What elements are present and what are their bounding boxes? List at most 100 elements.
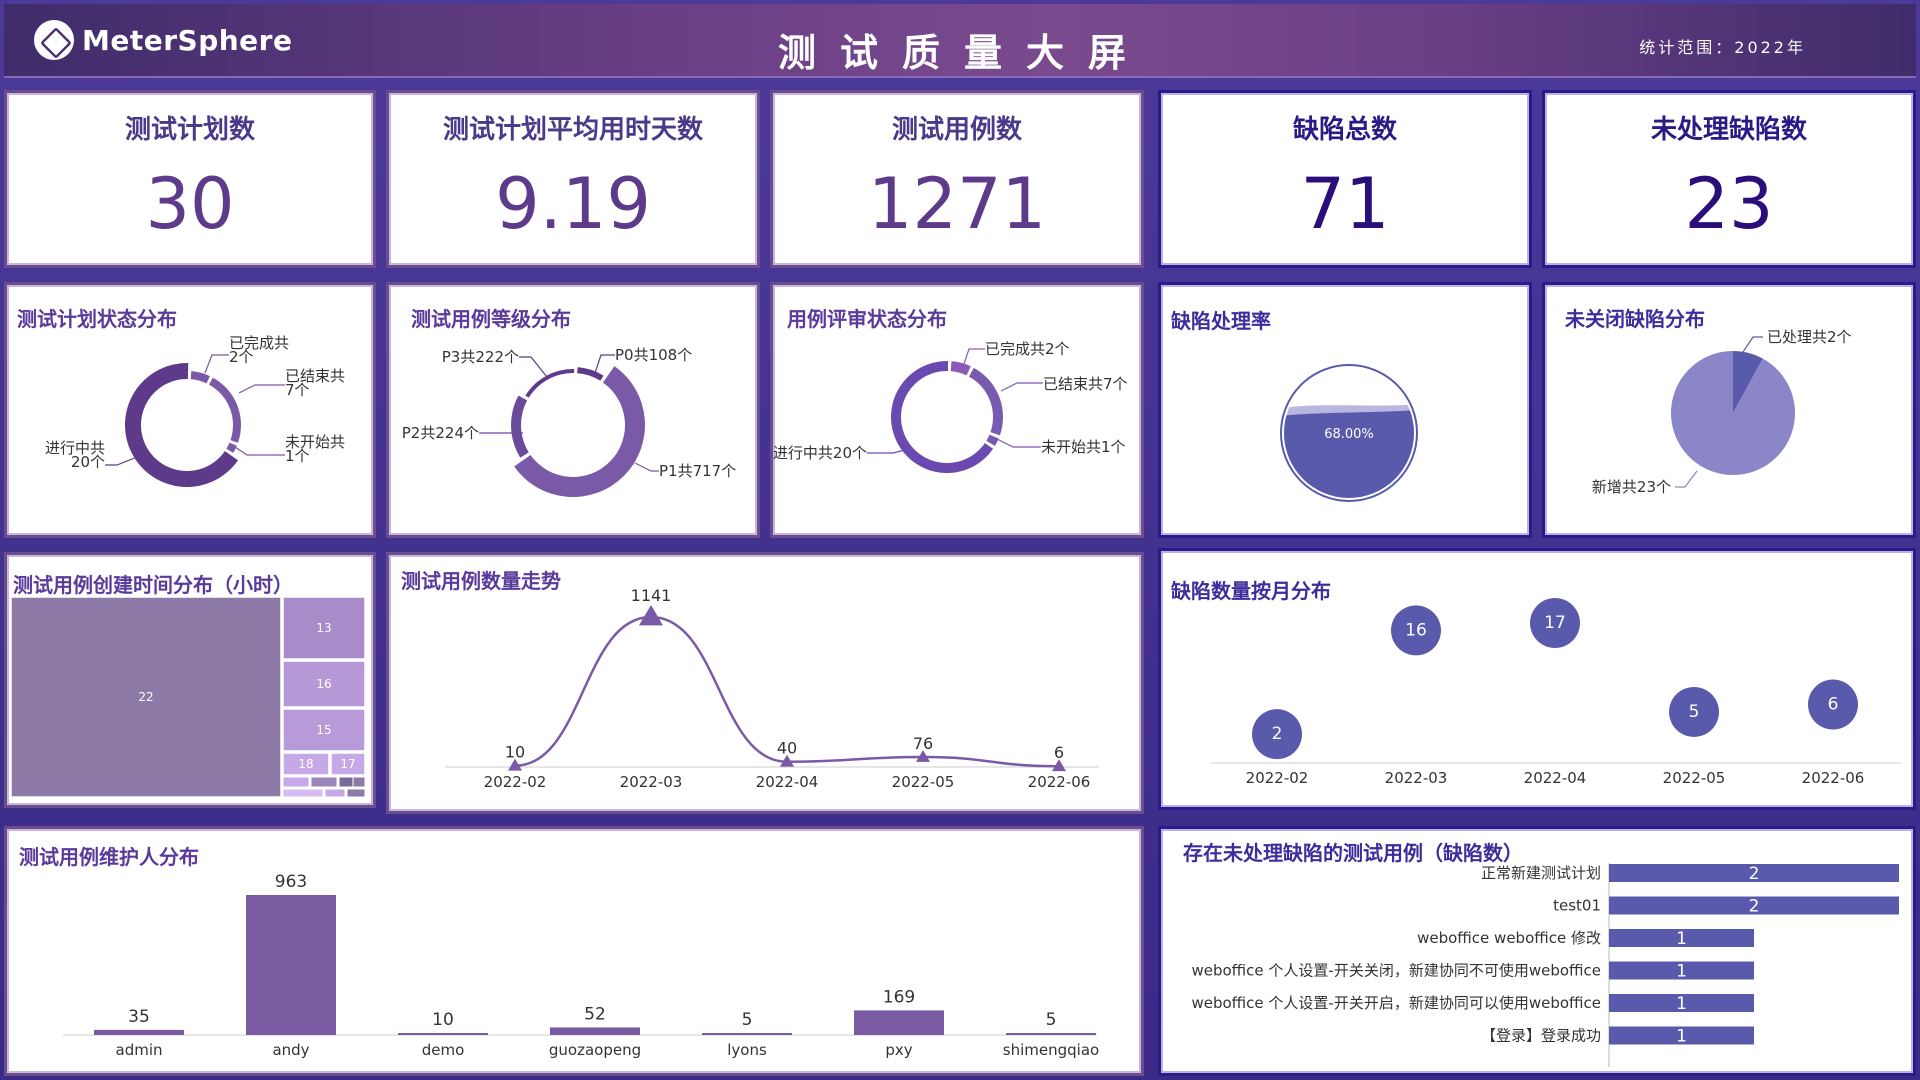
- pie-slice-label: 已处理共2个: [1767, 328, 1852, 346]
- donut-slice: [209, 377, 241, 443]
- defect-rate-liquid-ball: 68.00%: [1280, 364, 1418, 502]
- kpi-card-plan-avg-days: 测试计划平均用时天数 9.19: [386, 90, 760, 268]
- donut-slice-label: P3共222个: [442, 348, 519, 366]
- panel-case-trend: 测试用例数量走势 10 2022-02 1141 2022-03 40 2022-04 76…: [386, 552, 1144, 814]
- donut-slice-label: 已结束共7个: [1043, 375, 1128, 393]
- case-create-time-treemap: 22 13 16 15 18 17: [10, 596, 366, 798]
- treemap-cell: [352, 776, 366, 788]
- defect-month-bubbles: 2 2022-02 16 2022-03 17 2022-04 5 2022-05 6 2022-…: [1211, 598, 1901, 787]
- trend-value-label: 76: [913, 734, 933, 753]
- x-tick-label: 2022-02: [484, 773, 547, 791]
- donut-slice-label: 20个: [71, 453, 105, 471]
- kpi-value: 9.19: [495, 163, 651, 245]
- defect-month-chart: 2 2022-02 16 2022-03 17 2022-04 5 2022-05 6 2022-…: [1211, 598, 1901, 787]
- x-tick-label: admin: [116, 1041, 163, 1059]
- page-title: 测试质量大屏: [777, 31, 1150, 75]
- x-tick-label: 2022-02: [1246, 769, 1309, 787]
- y-tick-label: test01: [1553, 897, 1601, 915]
- bubble-value-label: 17: [1544, 613, 1566, 633]
- stat-scope: 统计范围：2022年: [1639, 38, 1806, 57]
- bubble-value-label: 5: [1689, 702, 1700, 722]
- pie-slice: [1671, 351, 1795, 475]
- plan-status-donut: [125, 363, 241, 487]
- dashboard-root: MeterSphere 测试质量大屏 统计范围：2022年 测试计划数 30 测…: [0, 0, 1920, 1080]
- maintainer-bars: 35 admin 963 andy 10 demo 52 guozaopeng 5 lyons 16…: [63, 872, 1099, 1059]
- defect-rate-chart: 68.00%: [1280, 364, 1418, 502]
- trend-point: [639, 605, 663, 626]
- bar: [94, 1029, 184, 1035]
- donut-slice-label: 2个: [229, 348, 254, 366]
- bar-value-label: 963: [275, 872, 307, 892]
- case-trend-line: 10 2022-02 1141 2022-03 40 2022-04 76 2022-05 6 2…: [445, 586, 1099, 791]
- kpi-card-case-count: 测试用例数 1271: [770, 90, 1144, 268]
- bar: [854, 1010, 944, 1035]
- kpi-card-defect-total: 缺陷总数 71: [1158, 90, 1532, 268]
- donut-slice: [190, 371, 210, 384]
- unclosed-defects-pie: [1671, 351, 1795, 475]
- kpi-card-plan-count: 测试计划数 30: [4, 90, 376, 268]
- maintainer-bar-chart: 35 admin 963 andy 10 demo 52 guozaopeng 5 lyons 16…: [63, 872, 1099, 1059]
- y-tick-label: 【登录】登录成功: [1481, 1027, 1601, 1045]
- leader-line: [105, 456, 138, 466]
- bar-value-label: 52: [584, 1004, 606, 1024]
- case-level-labels: P0共108个 P1共717个 P2共224个 P3共222个: [402, 346, 736, 480]
- leader-line: [1000, 382, 1043, 392]
- panel-unprocessed-cases: 存在未处理缺陷的测试用例（缺陷数） 2 正常新建测试计划 2 test01 1 webof…: [1158, 826, 1916, 1076]
- unprocessed-cases-bars: 2 正常新建测试计划 2 test01 1 weboffice weboffice 修改 1…: [1191, 863, 1899, 1067]
- header-bar: MeterSphere 测试质量大屏 统计范围：2022年: [4, 4, 1916, 78]
- leader-line: [519, 356, 548, 378]
- hbar-value-label: 1: [1676, 962, 1687, 982]
- treemap-cell-label: 18: [298, 757, 313, 771]
- kpi-value: 30: [145, 163, 235, 245]
- bar-value-label: 5: [742, 1010, 753, 1030]
- treemap-cell: [346, 788, 366, 798]
- bar: [550, 1027, 640, 1035]
- x-tick-label: demo: [422, 1041, 465, 1059]
- hbar-value-label: 1: [1676, 994, 1687, 1014]
- trend-value-label: 6: [1054, 743, 1064, 762]
- unclosed-defects-chart: 已处理共2个新增共23个: [1592, 328, 1852, 496]
- bar: [702, 1033, 792, 1035]
- donut-slice: [577, 367, 604, 381]
- treemap-cell-label: 16: [316, 677, 331, 691]
- donut-slice: [525, 369, 575, 398]
- treemap-cell-label: 22: [138, 690, 153, 704]
- treemap-cells: 22 13 16 15 18 17: [10, 596, 366, 798]
- leader-line: [234, 446, 285, 456]
- panel-defect-rate: 缺陷处理率 68.00%: [1158, 282, 1532, 538]
- x-tick-label: pxy: [885, 1041, 912, 1059]
- panel-unclosed-defects: 未关闭缺陷分布 已处理共2个 新增共23个: [1542, 282, 1916, 538]
- kpi-card-defect-unprocessed: 未处理缺陷数 23: [1542, 90, 1916, 268]
- leader-line: [1675, 470, 1698, 488]
- review-status-chart: 已完成共2个已结束共7个未开始共1个 进行中共20个: [773, 340, 1128, 473]
- kpi-label: 缺陷总数: [1292, 115, 1397, 145]
- x-tick-label: 2022-05: [892, 773, 955, 791]
- y-tick-label: weboffice 个人设置-开关开启，新建协同可以使用weboffice: [1191, 994, 1601, 1012]
- bar-value-label: 5: [1046, 1010, 1057, 1030]
- bubble-value-label: 16: [1405, 620, 1427, 640]
- bar-value-label: 169: [883, 987, 915, 1007]
- hbar-value-label: 2: [1749, 897, 1760, 917]
- panel-case-level: 测试用例等级分布 P0共108个 P1共717个 P2共224个 P3共222个: [386, 282, 760, 538]
- case-level-chart: P0共108个 P1共717个 P2共224个 P3共222个: [402, 346, 736, 497]
- x-tick-label: andy: [272, 1041, 309, 1059]
- liquid-value-label: 68.00%: [1324, 427, 1374, 442]
- treemap-cell: [324, 788, 346, 798]
- case-trend-chart: 10 2022-02 1141 2022-03 40 2022-04 76 2022-05 6 2…: [445, 586, 1099, 791]
- panel-review-status: 用例评审状态分布 已完成共2个 已结束共7个 未开始共1个 进行中共20个: [770, 282, 1144, 538]
- kpi-value: 71: [1300, 163, 1390, 245]
- hbar-value-label: 1: [1676, 929, 1687, 949]
- donut-slice-label: 1个: [285, 447, 310, 465]
- donut-slice: [125, 363, 239, 487]
- bar-value-label: 10: [432, 1010, 454, 1030]
- treemap-cell: [310, 776, 338, 788]
- x-tick-label: 2022-03: [620, 773, 683, 791]
- kpi-label: 测试用例数: [891, 115, 1022, 145]
- treemap-cell: [338, 776, 354, 788]
- bar: [1006, 1033, 1096, 1035]
- hbar-value-label: 1: [1676, 1027, 1687, 1047]
- leader-line: [238, 384, 285, 394]
- treemap-cell: [282, 788, 324, 798]
- y-tick-label: weboffice 个人设置-开关关闭，新建协同不可使用weboffice: [1191, 962, 1601, 980]
- panel-maintainer: 测试用例维护人分布 35 admin 963 andy 10 demo 52 guozaope…: [4, 826, 1144, 1076]
